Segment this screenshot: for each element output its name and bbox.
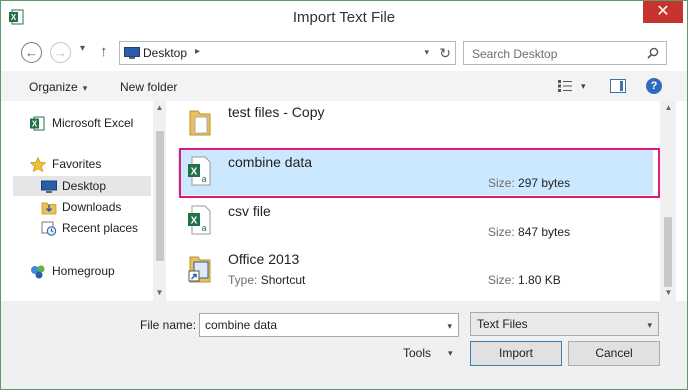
chevron-down-icon: ▾ [82,83,88,93]
back-button[interactable]: ← [21,42,42,63]
svg-text:X: X [32,120,38,129]
excel-csv-icon: X a [188,205,211,235]
file-name-input[interactable]: combine data ▾ [199,313,459,337]
up-button[interactable]: ↑ [100,43,108,60]
chevron-down-icon: ▾ [647,320,652,330]
downloads-icon [41,202,57,215]
file-name: csv file [228,203,271,219]
type-key: Type: [228,273,258,287]
command-toolbar: Organize ▾ New folder ▾ ? [1,71,687,101]
sidebar-item-favorites[interactable]: Favorites [1,154,139,174]
star-icon [30,157,46,172]
recent-locations-button[interactable]: ▾ [80,43,85,54]
excel-icon: X [30,116,45,131]
sidebar-item-label: Microsoft Excel [52,116,134,130]
help-icon[interactable]: ? [646,78,662,94]
address-bar[interactable]: Desktop ▸ ▾ ↻ [119,41,456,65]
sidebar-item-label: Downloads [62,200,122,214]
file-name: Office 2013 [228,251,300,267]
preview-pane-icon[interactable] [610,79,626,93]
chevron-right-icon[interactable]: ▸ [195,46,200,57]
file-list-scrollbar[interactable]: ▲ ▼ [660,101,676,301]
chevron-down-icon[interactable]: ▾ [448,348,453,359]
sidebar-item-downloads[interactable]: Downloads [1,197,139,217]
svg-text:a: a [201,223,206,233]
search-placeholder: Search Desktop [472,47,558,61]
folder-icon [189,110,211,136]
sidebar-item-label: Favorites [52,157,102,171]
sidebar-item-microsoft-excel[interactable]: X Microsoft Excel [1,113,139,133]
close-button[interactable]: ✕ [643,1,683,23]
sidebar-item-recent-places[interactable]: Recent places [1,218,139,238]
recent-places-icon [41,221,57,236]
import-button[interactable]: Import [470,341,562,366]
scroll-up-arrow-icon[interactable]: ▲ [662,103,675,112]
file-row-office-2013[interactable]: Office 2013 Type: Shortcut Size: 1.80 KB [178,246,653,292]
search-input[interactable]: Search Desktop [463,41,667,65]
highlight-annotation-box [179,148,660,198]
title-bar: X Import Text File ✕ [1,1,687,35]
scroll-up-arrow-icon[interactable]: ▲ [153,103,166,112]
dialog-footer: File name: combine data ▾ Text Files ▾ T… [1,301,687,389]
tools-button[interactable]: Tools [403,346,431,360]
size-value: 1.80 KB [518,273,561,287]
scroll-down-arrow-icon[interactable]: ▼ [153,288,166,297]
sidebar-item-desktop[interactable]: Desktop [13,176,151,196]
desktop-icon [124,47,140,59]
scrollbar-thumb[interactable] [156,131,164,261]
shortcut-icon [188,256,211,283]
forward-button[interactable]: → [50,42,71,63]
svg-text:X: X [191,216,198,227]
scroll-down-arrow-icon[interactable]: ▼ [662,288,675,297]
navigation-bar: ← → ▾ ↑ Desktop ▸ ▾ ↻ Search Desktop [1,35,687,69]
address-text: Desktop [143,46,188,60]
file-name-label: File name: [140,318,197,332]
file-size: Size: 847 bytes [488,225,570,239]
organize-label: Organize [29,80,78,94]
change-view-icon[interactable] [558,80,572,92]
cancel-button[interactable]: Cancel [568,341,660,366]
file-type: Type: Shortcut [228,273,305,287]
chevron-down-icon[interactable]: ▾ [447,321,452,332]
scrollbar-thumb[interactable] [664,217,672,287]
file-type-value: Text Files [477,317,528,331]
file-size: Size: 1.80 KB [488,273,561,287]
sidebar-item-label: Homegroup [52,264,115,278]
view-options-button[interactable]: ▾ [581,81,586,92]
address-dropdown-button[interactable]: ▾ [424,47,429,58]
sidebar-item-homegroup[interactable]: Homegroup [1,261,139,281]
desktop-icon [41,180,57,193]
refresh-button[interactable]: ↻ [439,45,451,62]
file-row-test-files-copy[interactable]: test files - Copy [178,101,653,145]
search-icon [647,47,659,59]
file-name-value: combine data [205,318,278,332]
file-list: test files - Copy X a combine data Size:… [166,101,660,301]
file-type-select[interactable]: Text Files ▾ [470,312,659,336]
file-name: test files - Copy [228,104,325,120]
sidebar-item-label: Desktop [62,179,107,193]
size-key: Size: [488,273,515,287]
import-text-file-dialog: X Import Text File ✕ ← → ▾ ↑ Desktop ▸ ▾… [0,0,688,390]
window-title: Import Text File [292,9,396,26]
size-value: 847 bytes [518,225,571,239]
sidebar-item-label: Recent places [62,221,139,235]
size-key: Size: [488,225,515,239]
navigation-pane-scrollbar[interactable]: ▲ ▼ [153,101,166,301]
new-folder-button[interactable]: New folder [120,80,177,94]
type-value: Shortcut [260,273,306,287]
file-row-csv-file[interactable]: X a csv file Size: 847 bytes [178,198,653,244]
organize-button[interactable]: Organize ▾ [29,80,87,94]
homegroup-icon [31,265,45,279]
navigation-pane: X Microsoft Excel Favorites Desktop Down… [1,101,166,301]
